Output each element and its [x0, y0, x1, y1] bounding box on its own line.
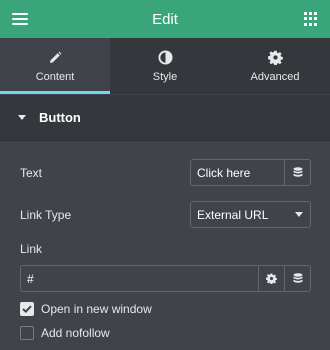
link-options-button[interactable] — [258, 266, 284, 291]
editor-header: Edit — [0, 0, 330, 38]
add-nofollow-checkbox[interactable] — [20, 326, 34, 340]
link-type-select[interactable]: External URL — [190, 201, 311, 228]
link-dynamic-tags-button[interactable] — [284, 266, 310, 291]
database-icon — [293, 273, 302, 283]
add-nofollow-label: Add nofollow — [41, 326, 110, 340]
hamburger-icon[interactable] — [12, 13, 28, 25]
half-circle-icon — [157, 50, 173, 66]
tab-advanced[interactable]: Advanced — [220, 38, 330, 94]
tab-content[interactable]: Content — [0, 38, 110, 94]
tab-advanced-label: Advanced — [250, 70, 300, 83]
section-button-toggle[interactable]: Button — [0, 95, 330, 141]
tab-style-label: Style — [152, 70, 178, 83]
caret-down-icon — [18, 115, 26, 120]
open-new-window-label: Open in new window — [41, 302, 152, 316]
link-label: Link — [20, 242, 43, 256]
panel-tabs: Content Style Advanced — [0, 38, 330, 94]
pencil-icon — [48, 50, 62, 66]
checkmark-icon — [22, 305, 32, 313]
link-type-label: Link Type — [20, 208, 72, 222]
tab-style[interactable]: Style — [110, 38, 220, 94]
header-title: Edit — [152, 10, 178, 28]
tab-content-label: Content — [35, 70, 75, 83]
gear-icon — [267, 50, 283, 66]
add-nofollow-option[interactable]: Add nofollow — [20, 326, 110, 340]
link-input[interactable] — [21, 266, 258, 291]
database-icon — [293, 167, 302, 177]
text-control — [190, 159, 311, 186]
chevron-down-icon — [295, 212, 303, 217]
text-input[interactable] — [191, 160, 284, 185]
gear-icon — [266, 273, 277, 284]
text-label: Text — [20, 166, 43, 180]
open-new-window-checkbox[interactable] — [20, 302, 34, 316]
dynamic-tags-button[interactable] — [284, 160, 310, 185]
link-control — [20, 265, 311, 292]
link-type-value: External URL — [197, 207, 269, 222]
section-title: Button — [39, 110, 81, 125]
grid-icon[interactable] — [304, 12, 318, 26]
open-new-window-option[interactable]: Open in new window — [20, 302, 152, 316]
